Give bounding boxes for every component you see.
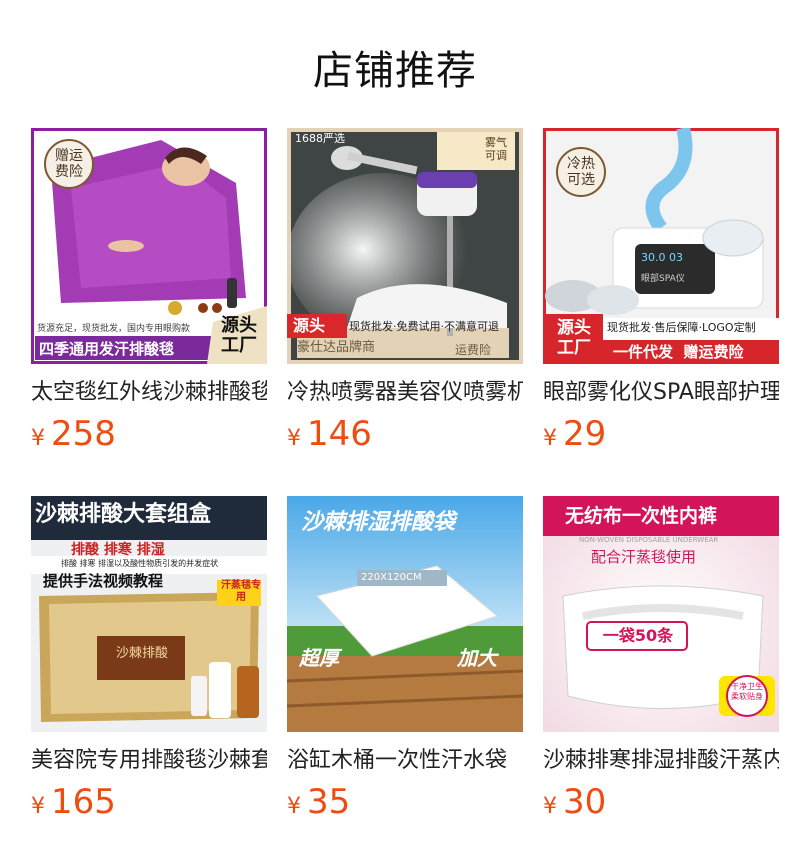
currency-symbol: ¥ [31,426,45,451]
product-price: ¥165 [31,782,267,822]
badge-hot-cold: 冷热可选 [567,156,595,188]
price-value: 29 [563,414,607,454]
product-price: ¥29 [543,414,779,454]
image-headline: 沙棘排酸大套组盒 [35,502,212,527]
image-subline: 排酸 排寒 排湿 [71,542,165,558]
price-value: 35 [307,782,351,822]
insurance-tag: 运费险 [455,343,492,357]
product-image[interactable]: 冷热可选 30.0 03 眼部SPA仪 源头工厂 现货批发·售后保障·LOGO定… [543,128,779,364]
product-image[interactable]: 赠运费险 货源充足，现货批发，国内专用眼购款 四季通用发汗排酸毯 源头工厂 [31,128,267,364]
badge-mist: 雾气可调 [485,136,507,162]
image-tiny-text: 排酸 排寒 排湿以及酸性物质引发的并发症状 [61,559,219,568]
product-name[interactable]: 眼部雾化仪SPA眼部护理仪 [543,374,779,406]
currency-symbol: ¥ [287,794,301,819]
pack-label: 一袋50条 [602,626,674,645]
product-name[interactable]: 冷热喷雾器美容仪喷雾机 [287,374,523,406]
device-display: 30.0 03 [641,251,683,264]
image-banner: 一件代发 赠运费险 [613,343,744,361]
image-subline: 配合汗蒸毯使用 [591,548,697,566]
hygiene-badge: 干净卫生 柔软贴身 [731,682,763,701]
currency-symbol: ¥ [287,426,301,451]
image-tag: 汗蒸毯专用 [221,580,261,603]
product-image[interactable]: 沙棘排湿排酸袋 220X120CM 超厚 加大 [287,496,523,732]
image-cta: 提供手法视频教程 [43,572,164,590]
image-strip-text: 现货批发·售后保障·LOGO定制 [607,321,756,334]
page-title: 店铺推荐 [313,48,477,94]
product-name[interactable]: 沙棘排寒排湿排酸汗蒸内裤 [543,742,779,774]
factory-tag: 源头 [293,316,326,335]
factory-tag: 源头工厂 [221,315,257,356]
product-price: ¥146 [287,414,523,454]
image-headline: 无纺布一次性内裤 [565,505,718,527]
product-name[interactable]: 浴缸木桶一次性汗水袋 [287,742,523,774]
price-value: 30 [563,782,607,822]
image-right-tag: 加大 [457,646,497,670]
product-price: ¥258 [31,414,267,454]
factory-tag: 源头工厂 [557,318,591,358]
corner-tag: 1688严选 [295,132,345,145]
size-label: 220X120CM [361,572,422,583]
currency-symbol: ¥ [543,794,557,819]
product-image[interactable]: 1688严选 雾气可调 源头 现货批发·免费试用·不满意可退 豪仕达品牌商 运费… [287,128,523,364]
badge-insurance: 赠运费险 [55,148,83,180]
image-strip-text: 货源充足，现货批发，国内专用眼购款 [37,324,191,334]
box-label: 沙棘排酸 [115,646,168,661]
product-image[interactable]: 无纺布一次性内裤 NON-WOVEN DISPOSABLE UNDERWEAR … [543,496,779,732]
shop-name-tag: 豪仕达品牌商 [297,340,376,355]
product-name[interactable]: 美容院专用排酸毯沙棘套装 [31,742,267,774]
price-value: 146 [307,414,372,454]
image-banner: 四季通用发汗排酸毯 [39,340,175,358]
product-price: ¥35 [287,782,523,822]
device-brand: 眼部SPA仪 [641,274,685,284]
currency-symbol: ¥ [543,426,557,451]
price-value: 258 [51,414,116,454]
product-price: ¥30 [543,782,779,822]
image-strip-text: 现货批发·免费试用·不满意可退 [349,320,499,333]
image-headline: 沙棘排湿排酸袋 [301,510,456,535]
currency-symbol: ¥ [31,794,45,819]
image-left-tag: 超厚 [299,646,339,670]
product-name[interactable]: 太空毯红外线沙棘排酸毯 [31,374,267,406]
product-image[interactable]: 沙棘排酸大套组盒 排酸 排寒 排湿 排酸 排寒 排湿以及酸性物质引发的并发症状 … [31,496,267,732]
image-english: NON-WOVEN DISPOSABLE UNDERWEAR [579,536,719,544]
price-value: 165 [51,782,116,822]
